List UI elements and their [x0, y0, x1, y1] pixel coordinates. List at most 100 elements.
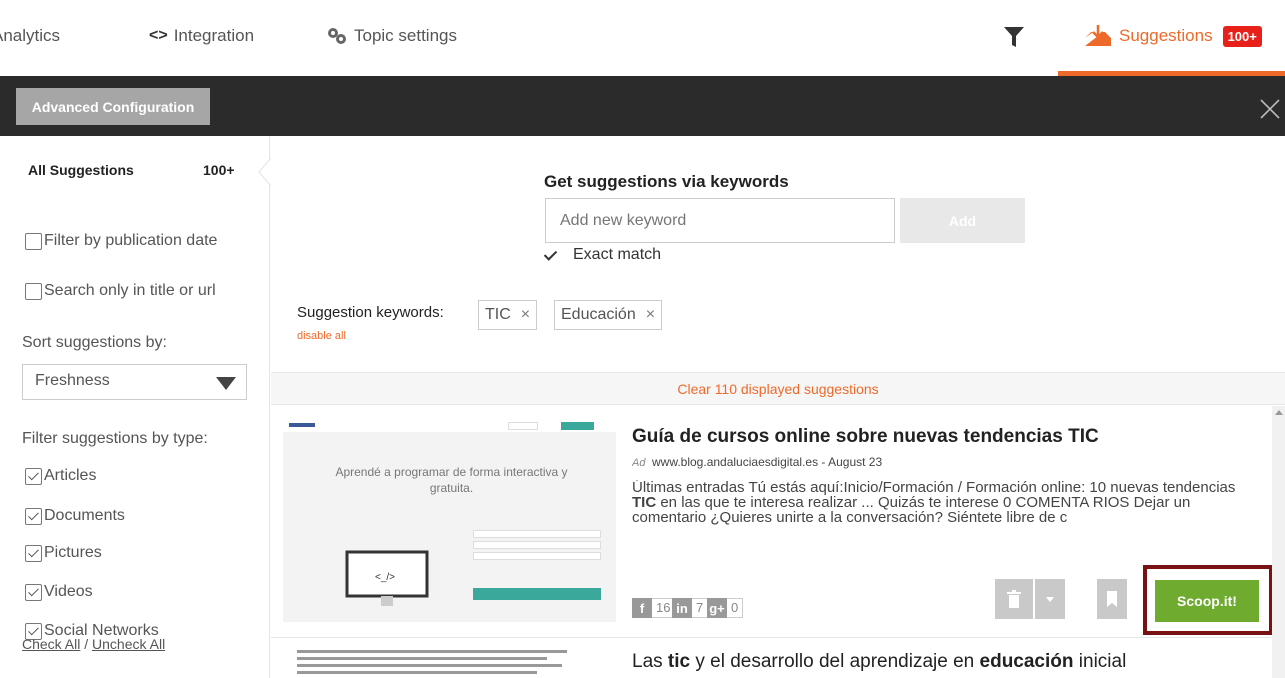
- sort-select-value: Freshness: [35, 372, 110, 389]
- google-plus-icon: g+: [707, 598, 727, 618]
- keyword-tag-educacion: Educación ×: [554, 300, 663, 330]
- checkbox-box: [25, 232, 42, 250]
- keywords-title: Get suggestions via keywords: [544, 172, 789, 191]
- all-suggestions-label[interactable]: All Suggestions: [28, 162, 134, 178]
- article-title-text: Guía de cursos online sobre nuevas tende…: [632, 426, 1069, 447]
- title2-keyword: tic: [667, 651, 691, 672]
- article-meta: Ad www.blog.andaluciaesdigital.es - Augu…: [632, 455, 882, 469]
- gplus-share[interactable]: g+ 0: [707, 598, 744, 618]
- highlight-frame: [1143, 565, 1273, 635]
- type-articles-checkbox[interactable]: Articles: [25, 467, 96, 485]
- code-icon: <>: [149, 27, 168, 44]
- check-separator: /: [84, 636, 89, 652]
- gplus-count: 0: [727, 598, 744, 618]
- type-documents-checkbox[interactable]: Documents: [25, 507, 125, 525]
- title2-part: y el desarrollo del aprendizaje en: [690, 651, 980, 672]
- add-keyword-button[interactable]: Add: [900, 198, 1025, 243]
- checkmark-icon: [545, 249, 557, 261]
- close-icon[interactable]: [1257, 96, 1283, 122]
- results-scrollbar[interactable]: [1272, 406, 1285, 678]
- active-pointer-icon: [258, 158, 272, 186]
- checkbox-box: [25, 544, 42, 562]
- nav-topic-settings-label: Topic settings: [354, 26, 457, 45]
- thumb-signup-form: [473, 530, 601, 620]
- gears-icon: [328, 28, 346, 44]
- search-title-url-label: Search only in title or url: [44, 282, 216, 299]
- article-title-keyword: TIC: [1068, 426, 1099, 447]
- exact-match-checkbox[interactable]: Exact match: [545, 246, 661, 264]
- article-thumbnail-2[interactable]: [297, 650, 597, 678]
- checkbox-box: [25, 583, 42, 601]
- config-bar: Advanced Configuration: [0, 76, 1285, 136]
- keyword-tag-tic: TIC ×: [478, 300, 538, 330]
- clear-suggestions-link[interactable]: Clear 110 displayed suggestions: [271, 372, 1285, 405]
- delete-button[interactable]: [995, 579, 1033, 619]
- type-pictures-label: Pictures: [44, 544, 102, 561]
- keyword-input[interactable]: [545, 198, 895, 243]
- sort-select[interactable]: Freshness: [22, 364, 247, 400]
- all-suggestions-count: 100+: [203, 162, 235, 178]
- sort-label: Sort suggestions by:: [22, 334, 167, 351]
- facebook-share[interactable]: f 16: [632, 598, 676, 618]
- filters-sidebar: All Suggestions 100+ Filter by publicati…: [0, 136, 272, 678]
- title2-keyword: educación: [979, 651, 1074, 672]
- suggestion-keywords-label: Suggestion keywords:: [297, 304, 444, 321]
- bookmark-icon: [1107, 591, 1117, 607]
- article-title[interactable]: Guía de cursos online sobre nuevas tende…: [632, 426, 1099, 448]
- uncheck-all-link[interactable]: Uncheck All: [92, 636, 165, 652]
- filter-icon[interactable]: [1003, 25, 1025, 49]
- nav-integration[interactable]: <> Integration: [149, 26, 254, 46]
- caret-down-icon: [1046, 596, 1054, 602]
- exact-match-label: Exact match: [573, 246, 662, 263]
- nav-suggestions[interactable]: Suggestions 100+: [1083, 24, 1262, 48]
- checkbox-box: [25, 467, 42, 485]
- remove-tag-icon[interactable]: ×: [646, 306, 655, 324]
- keyword-tag-label: Educación: [561, 306, 636, 323]
- type-videos-label: Videos: [44, 583, 93, 600]
- filter-publication-date-checkbox[interactable]: Filter by publication date: [25, 232, 217, 250]
- type-pictures-checkbox[interactable]: Pictures: [25, 544, 102, 562]
- nav-analytics-label: Analytics: [0, 26, 61, 45]
- type-articles-label: Articles: [44, 467, 97, 484]
- article-snippet: Últimas entradas Tú estás aquí:Inicio/Fo…: [632, 480, 1260, 528]
- type-videos-checkbox[interactable]: Videos: [25, 583, 93, 601]
- snippet-text-post: en las que te interesa realizar ... Quiz…: [632, 494, 1191, 526]
- advanced-configuration-button[interactable]: Advanced Configuration: [16, 88, 210, 125]
- ad-icon: Ad: [632, 457, 646, 468]
- nav-integration-label: Integration: [173, 26, 255, 45]
- facebook-icon: f: [632, 598, 652, 618]
- checkbox-box: [25, 507, 42, 525]
- article-thumbnail[interactable]: Aprendé a programar de forma interactiva…: [283, 420, 616, 622]
- check-all-link[interactable]: Check All: [22, 636, 80, 652]
- linkedin-icon: in: [672, 598, 692, 618]
- nav-suggestions-label: Suggestions: [1119, 26, 1213, 45]
- bookmark-button[interactable]: [1097, 579, 1127, 619]
- disable-all-link[interactable]: disable all: [297, 330, 346, 342]
- linkedin-share[interactable]: in 7: [672, 598, 709, 618]
- scroll-up-arrow-icon[interactable]: [1275, 410, 1283, 415]
- title2-part: Las: [632, 651, 668, 672]
- dropdown-triangle-icon: [216, 377, 236, 390]
- keyword-tag-label: TIC: [485, 306, 511, 323]
- search-title-url-checkbox[interactable]: Search only in title or url: [25, 282, 216, 300]
- article-source: www.blog.andaluciaesdigital.es - August …: [652, 455, 883, 469]
- suggestions-count-badge: 100+: [1222, 25, 1262, 47]
- check-links: Check All / Uncheck All: [22, 636, 165, 652]
- inbox-download-icon: [1085, 25, 1111, 46]
- more-options-button[interactable]: [1035, 579, 1065, 619]
- article-title-2[interactable]: Las tic y el desarrollo del aprendizaje …: [632, 651, 1126, 673]
- svg-text:Ad: Ad: [632, 457, 646, 468]
- thumb-header-strip: [283, 420, 616, 432]
- filter-publication-date-label: Filter by publication date: [44, 232, 218, 249]
- type-documents-label: Documents: [44, 507, 125, 524]
- top-nav: Analytics <> Integration Topic settings …: [0, 0, 1285, 76]
- checkbox-box: [25, 282, 42, 300]
- filter-type-label: Filter suggestions by type:: [22, 430, 208, 447]
- monitor-code-icon: <_/>: [345, 550, 429, 606]
- nav-topic-settings[interactable]: Topic settings: [326, 26, 457, 46]
- linkedin-count: 7: [692, 598, 709, 618]
- nav-analytics[interactable]: Analytics: [0, 26, 60, 46]
- trash-icon: [1007, 590, 1021, 608]
- remove-tag-icon[interactable]: ×: [521, 306, 530, 324]
- title2-part: inicial: [1073, 651, 1127, 672]
